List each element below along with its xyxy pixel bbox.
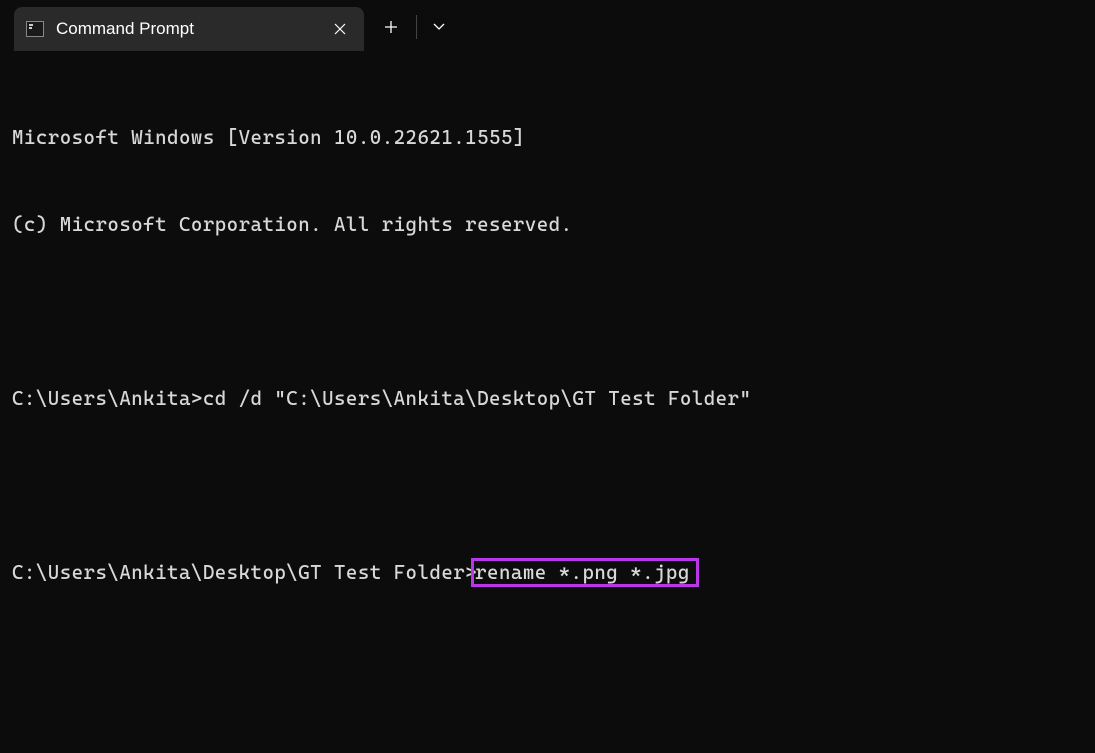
terminal-line: (c) Microsoft Corporation. All rights re… xyxy=(12,210,1083,239)
terminal-line: C:\Users\Ankita>cd /d "C:\Users\Ankita\D… xyxy=(12,384,1083,413)
tab-title: Command Prompt xyxy=(56,19,312,39)
tab-active[interactable]: Command Prompt xyxy=(14,7,364,51)
command-text: cd /d "C:\Users\Ankita\Desktop\GT Test F… xyxy=(203,387,752,410)
tab-dropdown-button[interactable] xyxy=(423,11,455,43)
divider xyxy=(416,15,417,39)
cmd-icon xyxy=(26,21,44,37)
terminal-line: Microsoft Windows [Version 10.0.22621.15… xyxy=(12,123,1083,152)
title-bar: Command Prompt xyxy=(0,0,1095,51)
terminal-blank xyxy=(12,297,1083,326)
highlighted-command: rename *.png *.jpg xyxy=(471,558,699,587)
prompt-text: C:\Users\Ankita> xyxy=(12,387,203,410)
terminal-line: C:\Users\Ankita\Desktop\GT Test Folder>r… xyxy=(12,558,1083,587)
new-tab-button[interactable] xyxy=(372,8,410,46)
terminal-blank xyxy=(12,471,1083,500)
prompt-text: C:\Users\Ankita\Desktop\GT Test Folder> xyxy=(12,561,477,584)
terminal-output[interactable]: Microsoft Windows [Version 10.0.22621.15… xyxy=(0,51,1095,630)
close-tab-button[interactable] xyxy=(324,13,356,45)
